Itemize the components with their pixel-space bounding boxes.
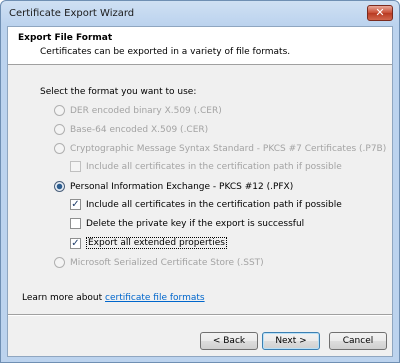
- radio-p7b-label: Cryptographic Message Syntax Standard - …: [70, 143, 387, 154]
- radio-pfx[interactable]: Personal Information Exchange - PKCS #12…: [54, 181, 293, 192]
- radio-pfx-label: Personal Information Exchange - PKCS #12…: [70, 181, 294, 192]
- learn-more-link[interactable]: certificate file formats: [105, 293, 205, 303]
- window-title: Certificate Export Wizard: [9, 8, 135, 19]
- checkbox-pfx-include-label: Include all certificates in the certific…: [86, 199, 342, 210]
- format-prompt: Select the format you want to use:: [40, 87, 197, 97]
- radio-pfx-circle[interactable]: [54, 181, 65, 192]
- check-icon[interactable]: ✓: [70, 237, 81, 249]
- learn-more-prefix: Learn more about: [22, 293, 106, 303]
- radio-base64-circle[interactable]: [54, 124, 65, 135]
- checkbox-pfx-delete[interactable]: Delete the private key if the export is …: [70, 218, 304, 229]
- footer-separator: [8, 314, 392, 316]
- header-title: Export File Format: [18, 33, 113, 43]
- checkbox-p7b-include-box[interactable]: [70, 161, 81, 172]
- dialog-client: Export File Format Certificates can be e…: [7, 26, 393, 357]
- radio-p7b-circle[interactable]: [54, 143, 65, 154]
- checkbox-pfx-delete-box[interactable]: [70, 218, 81, 229]
- radio-sst[interactable]: Microsoft Serialized Certificate Store (…: [54, 257, 264, 268]
- checkbox-p7b-include[interactable]: Include all certificates in the certific…: [70, 161, 342, 172]
- close-button[interactable]: ✕: [367, 5, 393, 21]
- radio-p7b[interactable]: Cryptographic Message Syntax Standard - …: [54, 143, 386, 154]
- back-button[interactable]: < Back: [200, 332, 258, 350]
- radio-der-circle[interactable]: [54, 105, 65, 116]
- radio-base64-label: Base-64 encoded X.509 (.CER): [70, 124, 209, 135]
- title-bar: Certificate Export Wizard ✕: [1, 1, 399, 26]
- wizard-window: Certificate Export Wizard ✕ Export File …: [0, 0, 400, 363]
- radio-der[interactable]: DER encoded binary X.509 (.CER): [54, 105, 222, 116]
- header-subtitle: Certificates can be exported in a variet…: [40, 47, 291, 57]
- next-button[interactable]: Next >: [262, 332, 320, 350]
- radio-sst-circle[interactable]: [54, 257, 65, 268]
- checkbox-pfx-include[interactable]: ✓ Include all certificates in the certif…: [70, 199, 342, 210]
- checkbox-pfx-delete-label: Delete the private key if the export is …: [86, 218, 305, 229]
- close-icon: ✕: [375, 6, 385, 19]
- radio-base64[interactable]: Base-64 encoded X.509 (.CER): [54, 124, 208, 135]
- learn-more: Learn more about certificate file format…: [22, 293, 205, 303]
- checkbox-p7b-include-label: Include all certificates in the certific…: [86, 161, 342, 172]
- wizard-header: Export File Format Certificates can be e…: [8, 27, 392, 65]
- checkbox-pfx-export-label: Export all extended properties: [86, 237, 227, 249]
- radio-sst-label: Microsoft Serialized Certificate Store (…: [70, 257, 264, 268]
- cancel-button[interactable]: Cancel: [329, 332, 387, 350]
- radio-der-label: DER encoded binary X.509 (.CER): [70, 105, 222, 116]
- check-icon[interactable]: ✓: [70, 199, 81, 210]
- checkbox-pfx-export[interactable]: ✓ Export all extended properties: [70, 237, 227, 249]
